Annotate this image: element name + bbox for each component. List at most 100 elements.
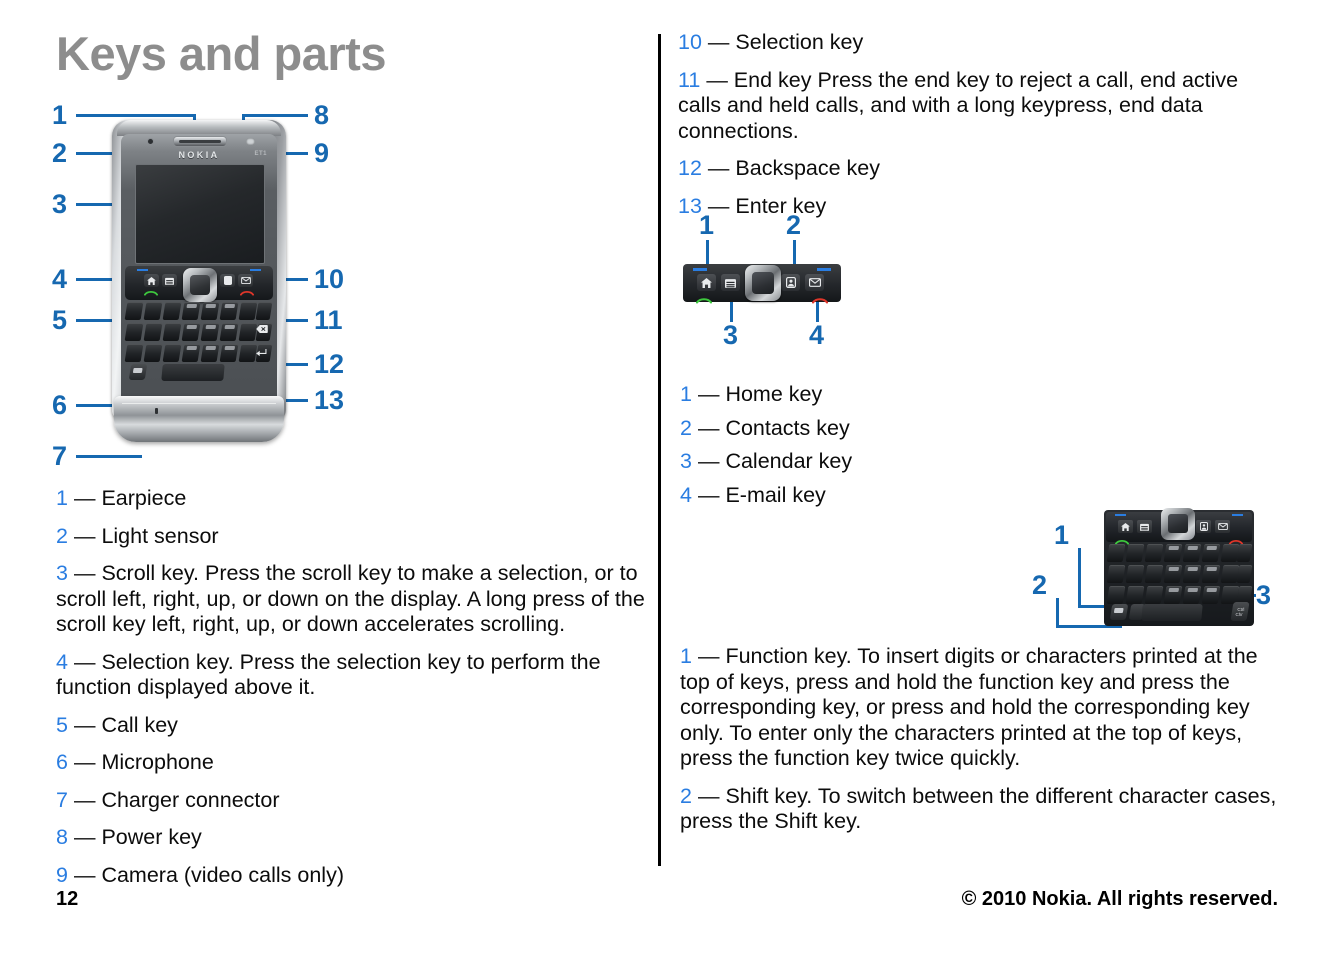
item-text: End key Press the end key to reject a ca…: [678, 67, 1239, 143]
item-number: 7: [56, 787, 68, 812]
key[interactable]: [1236, 544, 1253, 562]
key[interactable]: [200, 323, 220, 341]
key[interactable]: [200, 344, 220, 362]
key[interactable]: [124, 323, 144, 341]
item-number: 9: [56, 862, 68, 887]
scroll-key[interactable]: [1161, 508, 1195, 540]
space-key[interactable]: [1141, 604, 1203, 621]
selection-key-left[interactable]: [1115, 514, 1126, 516]
key[interactable]: [1163, 544, 1183, 562]
item-text: Shift key. To switch between the differe…: [680, 783, 1277, 834]
item-number: 1: [680, 382, 692, 406]
selection-key-right[interactable]: [250, 269, 261, 271]
calendar-key[interactable]: [1137, 520, 1152, 533]
key[interactable]: [1182, 544, 1202, 562]
ctrl-chr-key[interactable]: Ctrl Chr: [1230, 602, 1250, 621]
keypad-function-strip: [1106, 508, 1252, 545]
key[interactable]: [1182, 565, 1202, 583]
list-item: 11 — End key Press the end key to reject…: [678, 68, 1278, 145]
key[interactable]: [1106, 544, 1126, 562]
key[interactable]: [1236, 565, 1253, 583]
item-dash: —: [73, 486, 96, 510]
keyboard-row-3: [1106, 586, 1253, 605]
item-text: Call key: [101, 712, 178, 737]
call-key[interactable]: [696, 291, 712, 309]
key[interactable]: [1144, 586, 1164, 604]
key[interactable]: [162, 323, 182, 341]
selection-key-left[interactable]: [693, 268, 707, 271]
scroll-key[interactable]: [745, 265, 781, 301]
key[interactable]: [200, 302, 220, 320]
key[interactable]: [1125, 565, 1145, 583]
key[interactable]: [181, 302, 201, 320]
contacts-key[interactable]: [220, 274, 235, 287]
key[interactable]: [162, 344, 182, 362]
key[interactable]: [1125, 544, 1145, 562]
key[interactable]: [1144, 544, 1164, 562]
key[interactable]: [143, 302, 163, 320]
space-key[interactable]: [161, 364, 225, 381]
item-number: 11: [678, 67, 701, 92]
scroll-key[interactable]: [183, 268, 217, 302]
key[interactable]: [1163, 586, 1183, 604]
callout-2: 2: [52, 138, 68, 168]
item-number: 2: [680, 783, 692, 808]
key[interactable]: [1125, 586, 1145, 604]
calendar-key[interactable]: [721, 274, 740, 291]
key[interactable]: [124, 302, 144, 320]
home-key[interactable]: [144, 274, 159, 287]
item-dash: —: [73, 523, 96, 548]
contacts-key[interactable]: [781, 274, 800, 291]
page-number: 12: [56, 888, 79, 910]
function-key[interactable]: [128, 364, 148, 380]
enter-key[interactable]: [255, 348, 267, 357]
key[interactable]: [124, 344, 144, 362]
key[interactable]: [1106, 565, 1126, 583]
item-text: Backspace key: [735, 156, 880, 180]
item-text: Scroll key. Press the scroll key to make…: [56, 561, 645, 636]
backspace-key[interactable]: [255, 324, 268, 333]
key[interactable]: [238, 302, 258, 320]
left-item-list: 1 — Earpiece 2 — Light sensor 3 — Scroll…: [56, 486, 656, 900]
email-key[interactable]: [805, 274, 824, 291]
end-key[interactable]: [812, 291, 828, 309]
list-item: 2 — Contacts key: [680, 416, 1280, 442]
item-number: 2: [56, 523, 68, 548]
list-item: 7 — Charger connector: [56, 788, 656, 814]
phone-front-face: NOKIA ET1: [121, 134, 277, 416]
email-key[interactable]: [1215, 520, 1230, 533]
key[interactable]: [1201, 565, 1221, 583]
key[interactable]: [143, 344, 163, 362]
selection-key-right[interactable]: [1232, 514, 1243, 516]
key[interactable]: [1201, 586, 1221, 604]
key[interactable]: [219, 323, 239, 341]
key[interactable]: [1144, 565, 1164, 583]
email-key[interactable]: [238, 274, 253, 287]
list-item: 6 — Microphone: [56, 750, 656, 776]
call-key[interactable]: [143, 289, 159, 296]
key[interactable]: [219, 302, 239, 320]
home-key[interactable]: [697, 274, 716, 291]
key[interactable]: [1201, 544, 1221, 562]
key[interactable]: [181, 344, 201, 362]
key[interactable]: [143, 323, 163, 341]
key[interactable]: [181, 323, 201, 341]
end-key[interactable]: [239, 289, 255, 296]
key[interactable]: [162, 302, 182, 320]
contacts-key[interactable]: [1196, 520, 1211, 533]
display-screen: [135, 164, 265, 264]
callout-12: 12: [314, 349, 345, 379]
key[interactable]: [1182, 586, 1202, 604]
selection-key-left[interactable]: [137, 269, 148, 271]
qwerty-keyboard[interactable]: [124, 302, 274, 384]
selection-key-right[interactable]: [817, 268, 831, 271]
right-column: 10 — Selection key 11 — End key Press th…: [678, 30, 1278, 833]
keypad-qwerty[interactable]: Ctrl Chr: [1106, 544, 1253, 624]
key[interactable]: [219, 344, 239, 362]
calendar-key[interactable]: [162, 274, 177, 287]
key[interactable]: [1106, 586, 1126, 604]
key[interactable]: [1163, 565, 1183, 583]
function-key[interactable]: [1109, 604, 1129, 620]
function-key-strip: [125, 266, 273, 302]
key[interactable]: [255, 302, 273, 320]
